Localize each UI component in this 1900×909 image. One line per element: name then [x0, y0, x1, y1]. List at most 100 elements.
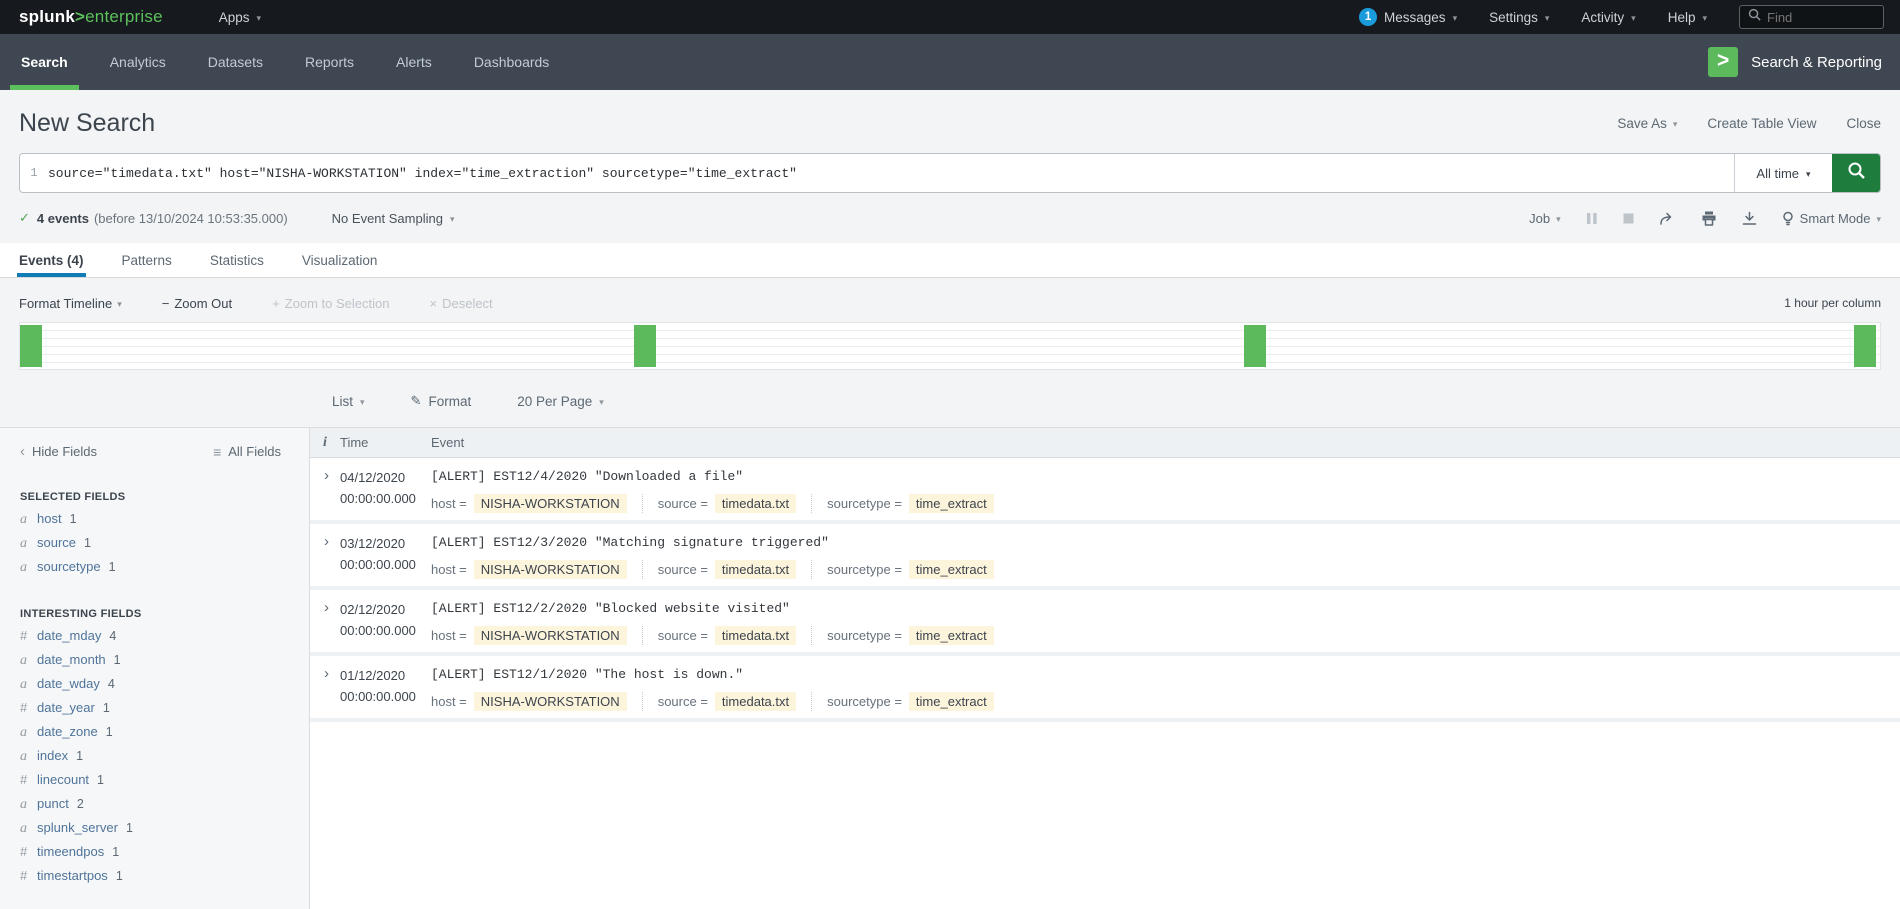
list-view-menu[interactable]: List ▾ [332, 394, 365, 409]
field-value[interactable]: NISHA-WORKSTATION [474, 494, 627, 513]
field-item-punct: apunct2 [20, 796, 295, 819]
apps-menu[interactable]: Apps ▾ [219, 10, 261, 25]
nav-item-search[interactable]: Search [0, 34, 89, 90]
field-value[interactable]: time_extract [909, 494, 994, 513]
current-app[interactable]: > Search & Reporting [1708, 34, 1882, 90]
smart-mode-menu[interactable]: Smart Mode ▾ [1782, 211, 1881, 226]
plus-icon: + [272, 296, 280, 311]
event-sampling-menu[interactable]: No Event Sampling ▾ [332, 211, 455, 226]
timeline-bar[interactable] [20, 325, 42, 367]
field-type-icon: a [20, 560, 37, 576]
splunk-logo[interactable]: splunk>enterprise [19, 7, 163, 27]
all-fields-button[interactable]: ≡ All Fields [213, 444, 281, 460]
nav-item-analytics[interactable]: Analytics [89, 34, 187, 90]
event-row: › 04/12/2020 00:00:00.000 [ALERT] EST12/… [310, 458, 1900, 524]
field-link[interactable]: date_mday [37, 628, 101, 643]
field-link[interactable]: host [37, 511, 62, 526]
field-link[interactable]: index [37, 748, 68, 763]
run-search-button[interactable] [1832, 154, 1880, 192]
settings-menu[interactable]: Settings ▾ [1489, 10, 1549, 25]
timeline-chart[interactable] [19, 322, 1881, 370]
field-count: 1 [112, 845, 119, 859]
field-link[interactable]: splunk_server [37, 820, 118, 835]
field-value[interactable]: NISHA-WORKSTATION [474, 560, 627, 579]
field-item-host: ahost1 [20, 511, 295, 534]
save-as-menu[interactable]: Save As ▾ [1617, 116, 1677, 131]
field-count: 1 [76, 749, 83, 763]
expand-event-button[interactable]: › [310, 599, 338, 645]
close-button[interactable]: Close [1846, 116, 1881, 131]
zoom-out-button[interactable]: − Zoom Out [162, 296, 232, 311]
field-value[interactable]: timedata.txt [715, 626, 796, 645]
field-link[interactable]: date_wday [37, 676, 100, 691]
tab-events[interactable]: Events (4) [19, 243, 84, 277]
pause-button[interactable] [1586, 212, 1598, 225]
hide-fields-button[interactable]: ‹ Hide Fields [20, 443, 97, 460]
nav-label: Reports [305, 54, 354, 70]
expand-event-button[interactable]: › [310, 665, 338, 711]
help-menu[interactable]: Help ▾ [1668, 10, 1707, 25]
print-button[interactable] [1701, 211, 1717, 226]
export-button[interactable] [1742, 211, 1757, 226]
interesting-fields-header: INTERESTING FIELDS [20, 608, 295, 620]
format-timeline-menu[interactable]: Format Timeline ▾ [19, 296, 122, 311]
field-value[interactable]: NISHA-WORKSTATION [474, 626, 627, 645]
nav-item-dashboards[interactable]: Dashboards [453, 34, 571, 90]
job-status-row: ✓ 4 events (before 13/10/2024 10:53:35.0… [19, 206, 1881, 230]
timeline-bar[interactable] [634, 325, 656, 367]
field-count: 1 [70, 512, 77, 526]
stop-button[interactable] [1623, 213, 1634, 224]
find-input[interactable] [1767, 10, 1875, 25]
field-count: 1 [126, 821, 133, 835]
field-type-icon: a [20, 821, 37, 837]
time-range-picker[interactable]: All time ▾ [1734, 154, 1832, 192]
field-link[interactable]: date_zone [37, 724, 98, 739]
field-link[interactable]: linecount [37, 772, 89, 787]
results-tabs: Events (4) Patterns Statistics Visualiza… [0, 243, 1900, 278]
field-link[interactable]: source [37, 535, 76, 550]
field-link[interactable]: timeendpos [37, 844, 104, 859]
caret-down-icon: ▾ [1453, 13, 1458, 24]
field-value[interactable]: timedata.txt [715, 494, 796, 513]
caret-down-icon: ▾ [257, 13, 262, 24]
field-link[interactable]: date_year [37, 700, 95, 715]
field-link[interactable]: date_month [37, 652, 106, 667]
tab-patterns[interactable]: Patterns [122, 243, 172, 277]
event-field-sourcetype: sourcetype =time_extract [811, 560, 1009, 579]
field-link[interactable]: punct [37, 796, 69, 811]
tab-statistics[interactable]: Statistics [210, 243, 264, 277]
events-count: 4 events [37, 211, 89, 226]
nav-item-datasets[interactable]: Datasets [187, 34, 284, 90]
job-menu[interactable]: Job ▾ [1529, 211, 1561, 226]
field-link[interactable]: sourcetype [37, 559, 101, 574]
messages-menu[interactable]: 1 Messages ▾ [1359, 8, 1457, 26]
share-button[interactable] [1659, 211, 1676, 226]
field-value[interactable]: NISHA-WORKSTATION [474, 692, 627, 711]
expand-event-button[interactable]: › [310, 467, 338, 513]
search-query-input[interactable]: source="timedata.txt" host="NISHA-WORKST… [48, 154, 1734, 192]
per-page-menu[interactable]: 20 Per Page ▾ [517, 394, 604, 409]
expand-event-button[interactable]: › [310, 533, 338, 579]
find-search[interactable] [1739, 5, 1884, 29]
field-value[interactable]: time_extract [909, 560, 994, 579]
field-value[interactable]: time_extract [909, 692, 994, 711]
create-table-view-button[interactable]: Create Table View [1707, 116, 1816, 131]
field-value[interactable]: timedata.txt [715, 692, 796, 711]
field-value[interactable]: time_extract [909, 626, 994, 645]
timeline-bar[interactable] [1854, 325, 1876, 367]
format-menu[interactable]: ✎ Format [411, 393, 472, 409]
list-menu-icon: ≡ [213, 444, 221, 460]
timeline-bar[interactable] [1244, 325, 1266, 367]
sampling-label: No Event Sampling [332, 211, 443, 226]
nav-item-alerts[interactable]: Alerts [375, 34, 453, 90]
field-value[interactable]: timedata.txt [715, 560, 796, 579]
logo-gt-icon: > [75, 7, 85, 26]
activity-menu[interactable]: Activity ▾ [1581, 10, 1635, 25]
caret-down-icon: ▾ [360, 397, 365, 408]
tab-visualization[interactable]: Visualization [302, 243, 378, 277]
deselect-button[interactable]: × Deselect [430, 296, 493, 311]
zoom-to-selection-button[interactable]: + Zoom to Selection [272, 296, 389, 311]
nav-item-reports[interactable]: Reports [284, 34, 375, 90]
field-count: 1 [114, 653, 121, 667]
field-link[interactable]: timestartpos [37, 868, 108, 883]
